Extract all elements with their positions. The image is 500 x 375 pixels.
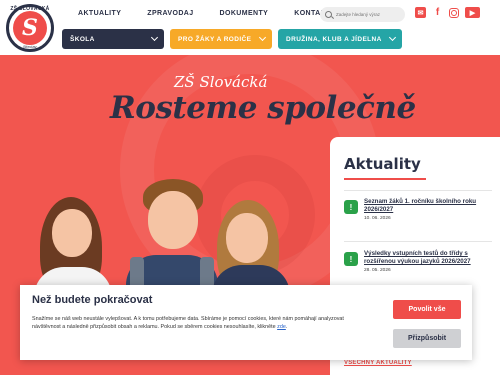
hero-school-name: ZŠ Slovácká	[174, 73, 268, 91]
school-logo[interactable]: ZŠ SLOVÁCKÁ S Břeclav	[6, 4, 54, 52]
menu-skola-label: ŠKOLA	[70, 35, 95, 43]
chevron-down-icon	[150, 33, 159, 42]
logo-ring-text: ZŠ SLOVÁCKÁ	[10, 6, 50, 12]
news-item[interactable]: ! Výsledky vstupních testů do třídy s ro…	[344, 250, 494, 273]
menu-pro-zaky-a-rodice[interactable]: PRO ŽÁKY A RODIČE	[170, 29, 272, 49]
hero-headline: Rosteme společně	[110, 90, 416, 126]
chevron-down-icon	[258, 33, 267, 42]
facebook-icon[interactable]: f	[432, 7, 443, 18]
cookie-text: Snažíme se náš web neustále vylepšovat. …	[32, 316, 344, 330]
nav-item-aktuality[interactable]: AKTUALITY	[78, 10, 121, 17]
cookie-text-body: Snažíme se náš web neustále vylepšovat. …	[32, 316, 344, 330]
email-icon[interactable]: ✉	[415, 7, 426, 18]
exclamation-icon: !	[344, 200, 358, 214]
accept-all-button[interactable]: Povolit vše	[393, 300, 461, 319]
news-item-title[interactable]: Seznam žáků 1. ročníku školního roku 202…	[364, 198, 494, 215]
menu-druzina-klub-jidelna[interactable]: DRUŽINA, KLUB A JÍDELNA	[278, 29, 402, 49]
news-item-title[interactable]: Výsledky vstupních testů do třídy s rozš…	[364, 250, 494, 267]
menu-druzina-label: DRUŽINA, KLUB A JÍDELNA	[286, 35, 382, 43]
search-input[interactable]	[336, 12, 405, 17]
instagram-icon[interactable]	[449, 7, 459, 18]
news-title-underline	[344, 178, 426, 180]
divider	[344, 241, 492, 242]
all-news-link[interactable]: VŠECHNY AKTUALITY	[344, 360, 412, 366]
news-title: Aktuality	[344, 155, 421, 173]
exclamation-icon: !	[344, 252, 358, 266]
logo-bottom-text: Břeclav	[23, 44, 37, 49]
nav-item-dokumenty[interactable]: DOKUMENTY	[220, 10, 269, 17]
news-item[interactable]: ! Seznam žáků 1. ročníku školního roku 2…	[344, 198, 494, 221]
news-item-date: 28. 05. 2026	[364, 267, 391, 273]
nav-item-zpravodaj[interactable]: ZPRAVODAJ	[147, 10, 193, 17]
chevron-down-icon	[388, 33, 397, 42]
cookie-here-link[interactable]: zde	[277, 324, 286, 330]
social-links: ✉ f ▶	[415, 7, 480, 18]
search-icon[interactable]	[325, 11, 332, 18]
cookie-banner: Než budete pokračovat Snažíme se náš web…	[20, 285, 472, 360]
customize-button[interactable]: Přizpůsobit	[393, 329, 461, 348]
menu-skola[interactable]: ŠKOLA	[62, 29, 164, 49]
cookie-title: Než budete pokračovat	[32, 294, 153, 306]
menu-pro-zaky-label: PRO ŽÁKY A RODIČE	[178, 35, 252, 43]
search-box[interactable]	[320, 7, 405, 22]
logo-mark: S	[13, 11, 47, 45]
divider	[344, 190, 492, 191]
youtube-icon[interactable]: ▶	[465, 7, 480, 18]
news-item-date: 10. 06. 2026	[364, 215, 391, 221]
